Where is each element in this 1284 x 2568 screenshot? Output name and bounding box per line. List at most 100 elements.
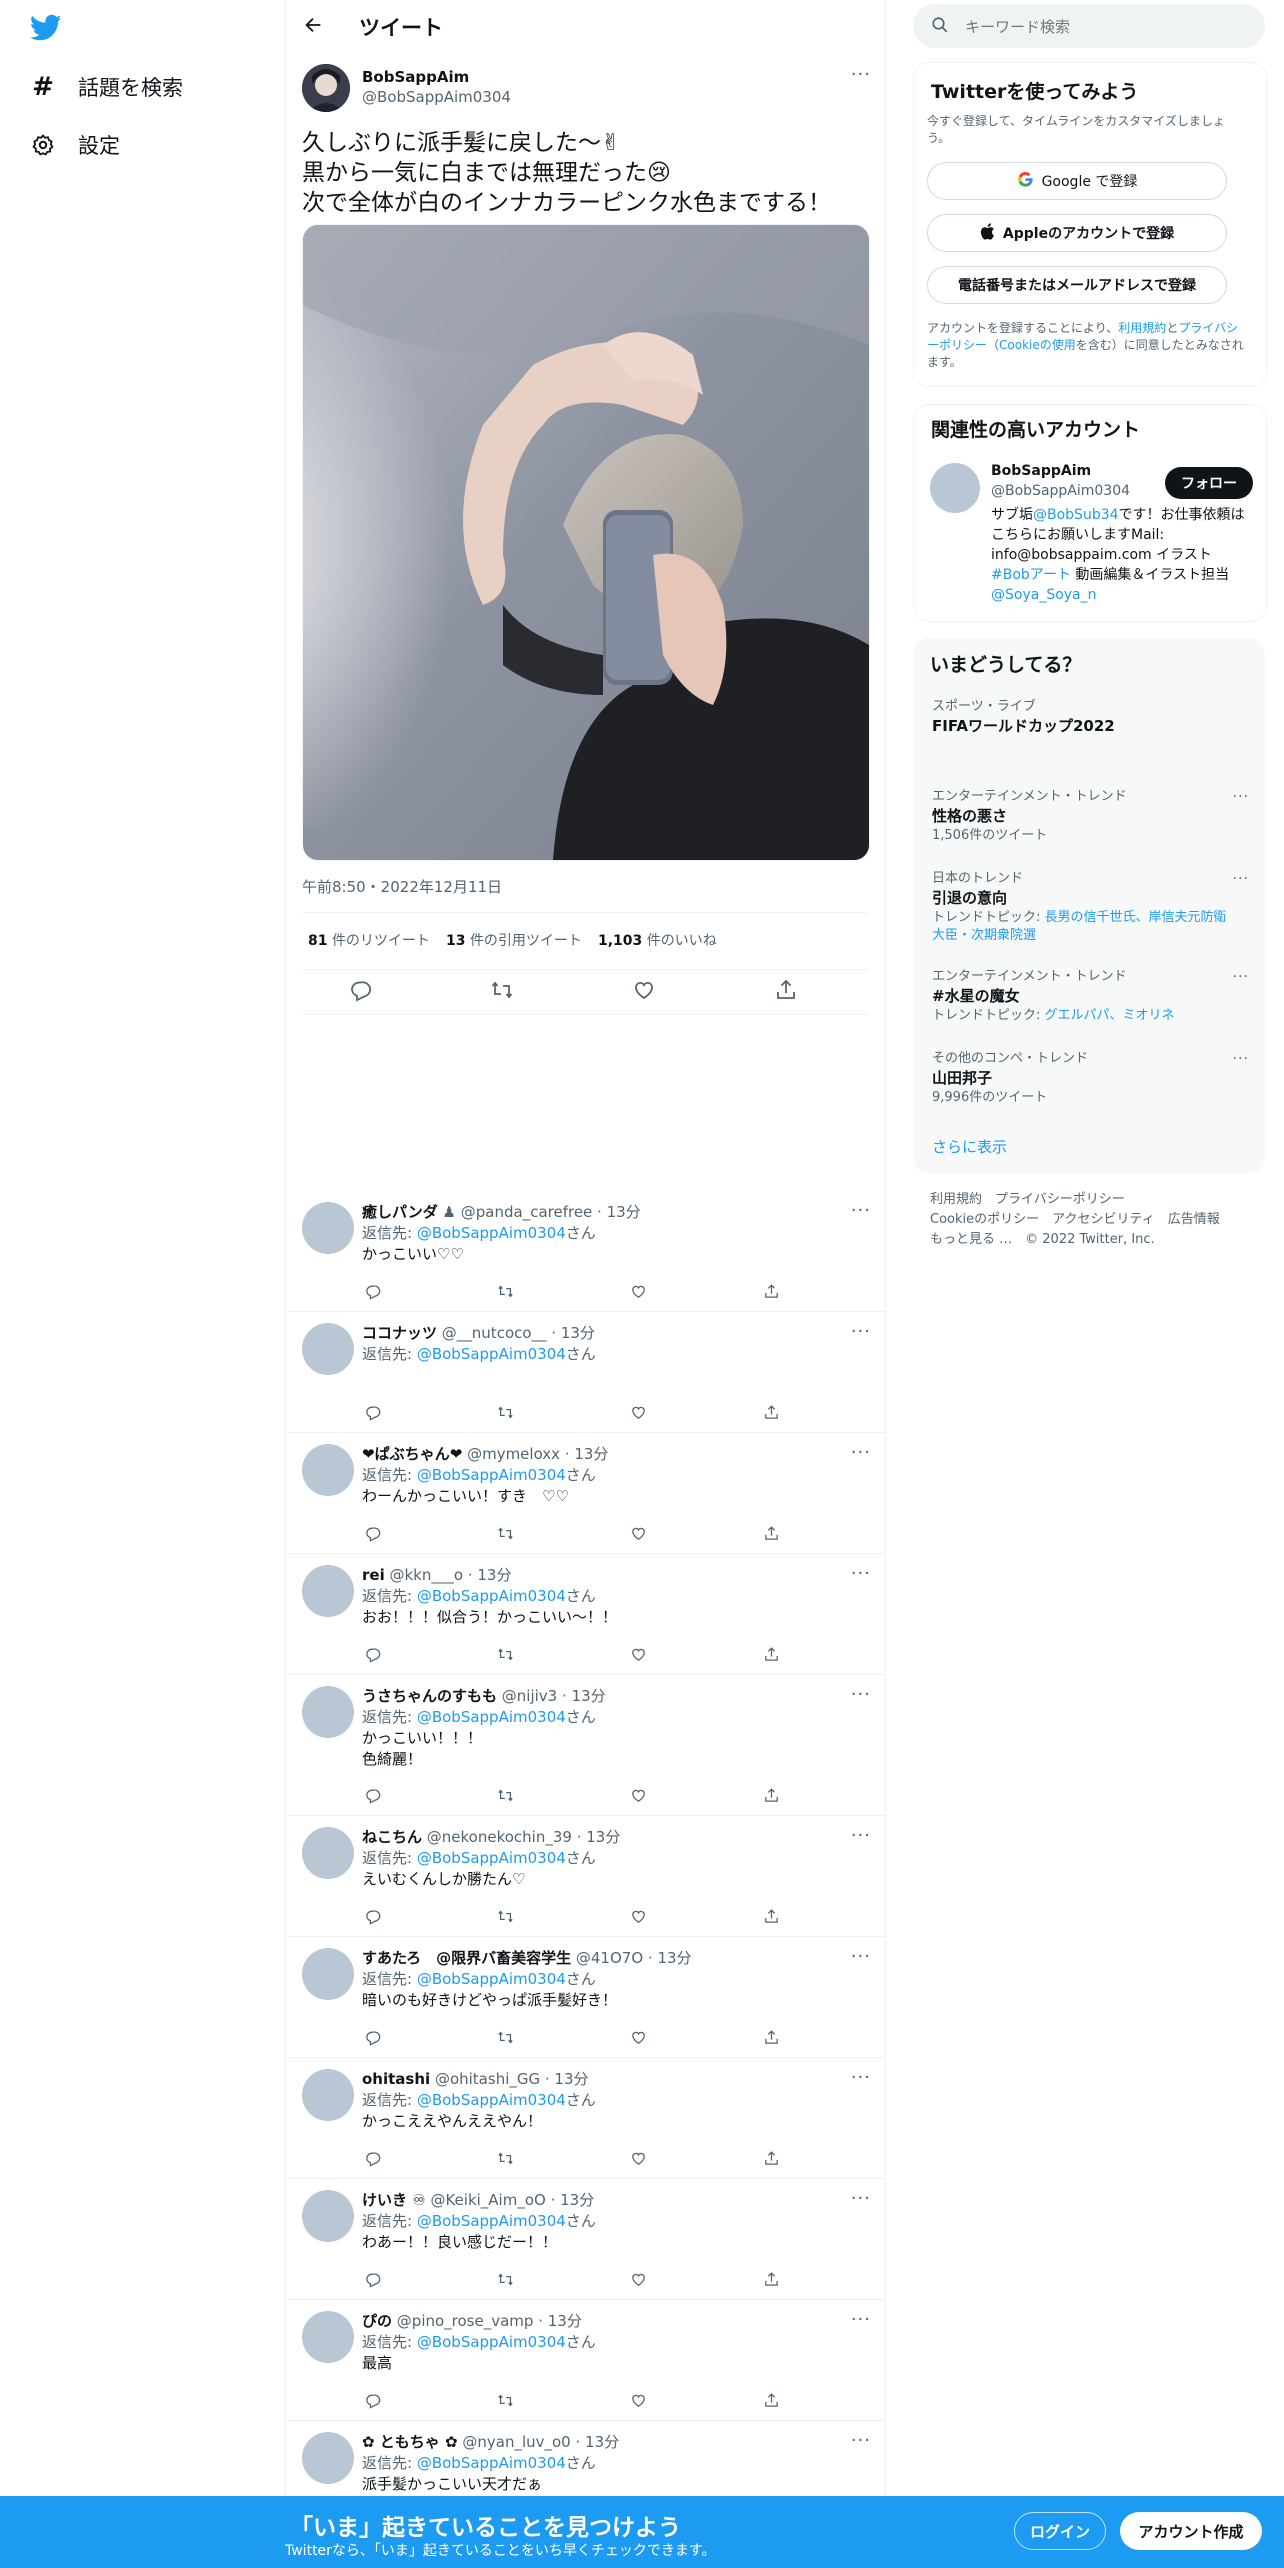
like-icon[interactable]: [629, 1906, 649, 1926]
like-icon[interactable]: [629, 1644, 649, 1664]
retweet-icon[interactable]: [495, 1523, 515, 1543]
reply-tweet[interactable]: ··· rei @kkn___o · 13分 返信先: @BobSappAim030…: [286, 1553, 885, 1675]
footer-cookie-link[interactable]: Cookieのポリシー: [930, 1212, 1039, 1227]
reply-icon[interactable]: [362, 1402, 382, 1422]
trend-item[interactable]: ··· エンターテインメント・トレンド #水星の魔女 トレンドトピック: グエル…: [932, 968, 1249, 1025]
share-icon[interactable]: [762, 1281, 782, 1301]
share-icon[interactable]: [762, 1523, 782, 1543]
reply-icon[interactable]: [362, 1281, 382, 1301]
reply-tweet[interactable]: ··· ❤ぱぶちゃん❤ @mymeloxx · 13分 返信先: @BobSappA…: [286, 1432, 885, 1554]
cookie-link[interactable]: Cookieの使用: [999, 338, 1076, 352]
author-handle[interactable]: @BobSappAim0304: [362, 88, 511, 106]
retweet-icon[interactable]: [495, 1281, 515, 1301]
footer-more-link[interactable]: もっと見る …: [930, 1232, 1012, 1247]
likes-stat[interactable]: 1,103 件のいいね: [598, 930, 717, 950]
avatar[interactable]: [302, 1827, 354, 1879]
reply-tweet[interactable]: ··· すあたろ @限界バ畜美容学生 @41O7O · 13分 返信先: @BobS…: [286, 1936, 885, 2058]
share-icon[interactable]: [774, 978, 798, 1006]
more-options-icon[interactable]: ···: [1233, 870, 1249, 888]
share-icon[interactable]: [762, 2027, 782, 2047]
login-button[interactable]: ログイン: [1014, 2512, 1106, 2550]
apple-signup-button[interactable]: Appleのアカウントで登録: [927, 214, 1227, 252]
like-icon[interactable]: [629, 1523, 649, 1543]
more-options-icon[interactable]: ···: [1233, 968, 1249, 986]
like-icon[interactable]: [629, 2269, 649, 2289]
retweets-stat[interactable]: 81 件のリツイート: [308, 930, 430, 950]
avatar[interactable]: [302, 2311, 354, 2363]
share-icon[interactable]: [762, 1644, 782, 1664]
bio-hashtag-link[interactable]: #Bobアート: [991, 567, 1071, 583]
google-signup-button[interactable]: Google で登録: [927, 162, 1227, 200]
avatar[interactable]: [302, 1202, 354, 1254]
reply-to-handle-link[interactable]: @BobSappAim0304: [417, 2454, 566, 2472]
footer-ads-link[interactable]: 広告情報: [1168, 1212, 1220, 1227]
reply-tweet[interactable]: ··· ねこちん @nekonekochin_39 · 13分 返信先: @BobS…: [286, 1815, 885, 1937]
like-icon[interactable]: [629, 1281, 649, 1301]
reply-author-name[interactable]: ohitashi: [362, 2070, 430, 2088]
reply-to-handle-link[interactable]: @BobSappAim0304: [417, 1970, 566, 1988]
reply-tweet[interactable]: ··· ぴの @pino_rose_vamp · 13分 返信先: @BobSapp…: [286, 2299, 885, 2421]
share-icon[interactable]: [762, 2390, 782, 2410]
share-icon[interactable]: [762, 1785, 782, 1805]
reply-author-name[interactable]: ぴの: [362, 2312, 392, 2330]
avatar[interactable]: [302, 2069, 354, 2121]
reply-author-name[interactable]: すあたろ @限界バ畜美容学生: [362, 1949, 571, 1967]
tweet-photo[interactable]: [302, 224, 870, 861]
reply-to-handle-link[interactable]: @BobSappAim0304: [417, 1345, 566, 1363]
trend-item[interactable]: ··· その他のコンペ・トレンド 山田邦子 9,996件のツイート: [932, 1050, 1249, 1107]
trend-topic-link[interactable]: グエルパパ、ミオリネ: [1045, 1008, 1175, 1023]
reply-author-name[interactable]: ❤ぱぶちゃん❤: [362, 1445, 462, 1463]
like-icon[interactable]: [632, 978, 656, 1006]
avatar[interactable]: [302, 1948, 354, 2000]
footer-accessibility-link[interactable]: アクセシビリティ: [1052, 1212, 1155, 1227]
like-icon[interactable]: [629, 1402, 649, 1422]
footer-terms-link[interactable]: 利用規約: [930, 1192, 982, 1207]
retweet-icon[interactable]: [495, 2027, 515, 2047]
avatar[interactable]: [930, 463, 980, 513]
reply-icon[interactable]: [362, 2027, 382, 2047]
avatar[interactable]: [302, 1323, 354, 1375]
retweet-icon[interactable]: [495, 1906, 515, 1926]
reply-tweet[interactable]: ··· うさちゃんのすもも @nijiv3 · 13分 返信先: @BobSappA…: [286, 1674, 885, 1816]
retweet-icon[interactable]: [495, 1785, 515, 1805]
avatar[interactable]: [302, 2432, 354, 2484]
reply-author-name[interactable]: ねこちん: [362, 1828, 422, 1846]
show-more-link[interactable]: さらに表示: [932, 1136, 1007, 1157]
bio-mention-link[interactable]: @Soya_Soya_n: [991, 587, 1097, 603]
reply-tweet[interactable]: ··· ココナッツ @__nutcoco__ · 13分 返信先: @BobSapp…: [286, 1311, 885, 1433]
related-handle[interactable]: @BobSappAim0304: [991, 483, 1130, 499]
trend-item[interactable]: ··· エンターテインメント・トレンド 性格の悪さ 1,506件のツイート: [932, 788, 1249, 845]
phone-email-signup-button[interactable]: 電話番号またはメールアドレスで登録: [927, 266, 1227, 304]
reply-icon[interactable]: [362, 1523, 382, 1543]
reply-author-name[interactable]: 癒しパンダ: [362, 1203, 438, 1221]
like-icon[interactable]: [629, 1785, 649, 1805]
like-icon[interactable]: [629, 2148, 649, 2168]
reply-tweet[interactable]: ··· ohitashi @ohitashi_GG · 13分 返信先: @BobS…: [286, 2057, 885, 2179]
author-avatar[interactable]: [302, 64, 350, 112]
reply-author-name[interactable]: ココナッツ: [362, 1324, 437, 1342]
author-name[interactable]: BobSappAim: [362, 68, 469, 86]
reply-to-handle-link[interactable]: @BobSappAim0304: [417, 2091, 566, 2109]
reply-author-name[interactable]: けいき ♾: [362, 2191, 426, 2209]
trend-item[interactable]: ··· 日本のトレンド 引退の意向 トレンドトピック: 長男の信千世氏、岸信夫元…: [932, 870, 1249, 945]
retweet-icon[interactable]: [495, 2390, 515, 2410]
reply-tweet[interactable]: ··· 癒しパンダ ♟ @panda_carefree · 13分 返信先: @Bo…: [286, 1190, 885, 1312]
avatar[interactable]: [302, 2190, 354, 2242]
reply-icon[interactable]: [362, 1644, 382, 1664]
retweet-icon[interactable]: [495, 1402, 515, 1422]
avatar[interactable]: [302, 1686, 354, 1738]
reply-to-handle-link[interactable]: @BobSappAim0304: [417, 2333, 566, 2351]
avatar[interactable]: [302, 1444, 354, 1496]
back-arrow-icon[interactable]: [302, 14, 324, 40]
retweet-icon[interactable]: [490, 978, 514, 1006]
related-name[interactable]: BobSappAim: [991, 463, 1091, 479]
more-options-icon[interactable]: ···: [1233, 788, 1249, 806]
reply-icon[interactable]: [348, 978, 372, 1006]
reply-to-handle-link[interactable]: @BobSappAim0304: [417, 1224, 566, 1242]
footer-privacy-link[interactable]: プライバシーポリシー: [995, 1192, 1125, 1207]
tweet-timestamp[interactable]: 午前8:50・2022年12月11日: [302, 876, 502, 897]
share-icon[interactable]: [762, 1906, 782, 1926]
like-icon[interactable]: [629, 2390, 649, 2410]
reply-author-name[interactable]: うさちゃんのすもも: [362, 1687, 497, 1705]
reply-icon[interactable]: [362, 1906, 382, 1926]
